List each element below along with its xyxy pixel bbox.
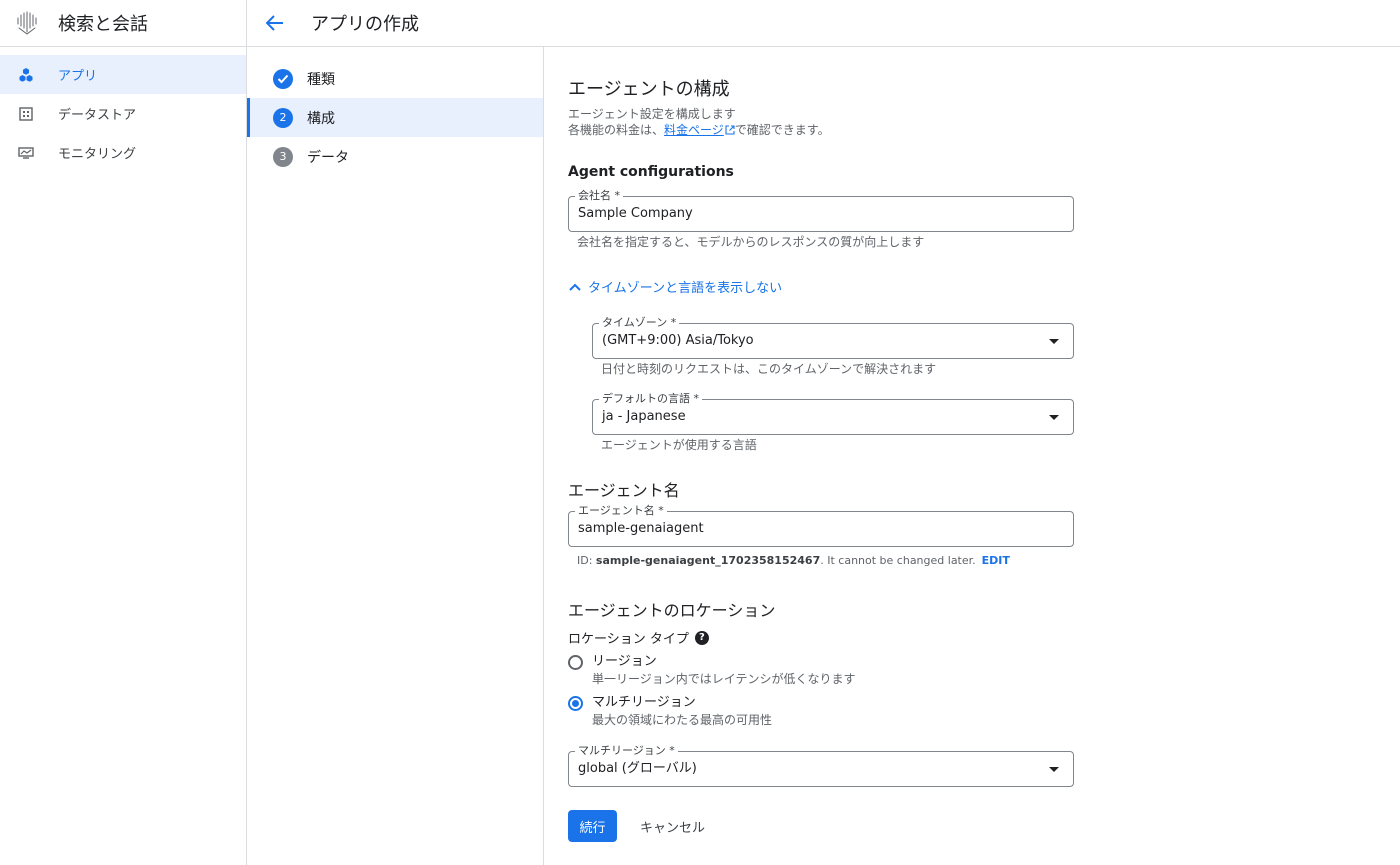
language-hint: エージェントが使用する言語	[601, 438, 757, 452]
company-name-field[interactable]: 会社名 *	[568, 189, 1074, 232]
company-name-hint: 会社名を指定すると、モデルからのレスポンスの質が向上します	[577, 235, 925, 249]
cancel-button[interactable]: キャンセル	[632, 810, 713, 842]
radio-region[interactable]: リージョン 単一リージョン内ではレイテンシが低くなります	[568, 654, 856, 687]
agent-name-field[interactable]: エージェント名 *	[568, 504, 1074, 547]
help-icon[interactable]: ?	[694, 630, 709, 645]
agent-id-line: ID: sample-genaiagent_1702358152467. It …	[577, 554, 1010, 567]
dropdown-arrow-icon	[1049, 415, 1059, 420]
description-line: 各機能の料金は、料金ページ で確認できます。	[568, 122, 830, 138]
datastore-icon	[18, 106, 34, 122]
radio-label: マルチリージョン	[592, 695, 696, 710]
chevron-up-icon	[569, 283, 581, 291]
description-text: 各機能の料金は、	[568, 123, 665, 137]
form-description: エージェント設定を構成します 各機能の料金は、料金ページ で確認できます。	[568, 106, 830, 138]
pricing-page-link[interactable]: 料金ページ	[664, 123, 724, 137]
dropdown-arrow-icon	[1049, 767, 1059, 772]
timezone-value: (GMT+9:00) Asia/Tokyo	[602, 333, 754, 348]
step-label: 構成	[307, 110, 335, 127]
location-type-label: ロケーション タイプ ?	[568, 628, 709, 647]
step-label: データ	[307, 149, 349, 166]
sidebar-item-datastore[interactable]: データストア	[0, 94, 246, 133]
edit-id-link[interactable]: EDIT	[982, 554, 1010, 567]
field-label: 会社名 *	[575, 189, 623, 203]
agent-location-heading: エージェントのロケーション	[568, 601, 776, 620]
radio-description: 単一リージョン内ではレイテンシが低くなります	[592, 672, 856, 686]
step-label: 種類	[307, 71, 335, 88]
radio-button[interactable]	[568, 655, 583, 670]
id-note: . It cannot be changed later.	[820, 554, 976, 567]
app-title: 検索と会話	[58, 14, 148, 35]
description-text: で確認できます。	[734, 123, 830, 137]
field-label: マルチリージョン *	[575, 744, 678, 758]
form-title: エージェントの構成	[568, 79, 730, 100]
step-config[interactable]: 2 構成	[247, 98, 543, 137]
id-prefix: ID:	[577, 554, 596, 567]
page-title: アプリの作成	[311, 14, 419, 35]
page-header: アプリの作成	[247, 0, 1400, 47]
agent-name-heading: エージェント名	[568, 481, 680, 500]
field-label: エージェント名 *	[575, 504, 667, 518]
agent-builder-logo-icon	[16, 10, 38, 36]
open-in-new-icon	[725, 125, 735, 135]
default-language-select[interactable]: デフォルトの言語 * ja - Japanese	[592, 392, 1074, 435]
sidebar-item-monitoring[interactable]: モニタリング	[0, 133, 246, 172]
left-sidebar: 検索と会話 アプリ データストア モニタリング	[0, 0, 247, 865]
stepper: 種類 2 構成 3 データ	[247, 47, 544, 865]
company-name-input[interactable]	[578, 206, 1032, 221]
arrow-back-icon[interactable]	[263, 11, 287, 35]
step-number-badge: 2	[273, 107, 293, 128]
continue-button[interactable]: 続行	[568, 810, 617, 842]
radio-label: リージョン	[592, 654, 657, 669]
sidebar-item-label: データストア	[58, 108, 137, 123]
sidebar-item-label: モニタリング	[58, 147, 137, 162]
brand-bar: 検索と会話	[0, 0, 246, 47]
apps-icon	[18, 67, 34, 83]
multi-region-value: global (グローバル)	[578, 761, 697, 776]
field-label: タイムゾーン *	[599, 316, 680, 330]
multi-region-select[interactable]: マルチリージョン * global (グローバル)	[568, 744, 1074, 787]
description-line: エージェント設定を構成します	[568, 107, 736, 121]
monitoring-icon	[18, 145, 34, 161]
step-number-badge: 3	[273, 146, 293, 167]
radio-multi-region[interactable]: マルチリージョン 最大の領域にわたる最高の可用性	[568, 695, 772, 728]
dropdown-arrow-icon	[1049, 339, 1059, 344]
sidebar-item-label: アプリ	[58, 69, 98, 84]
location-type-text: ロケーション タイプ	[568, 632, 689, 647]
language-value: ja - Japanese	[602, 409, 686, 424]
radio-button[interactable]	[568, 696, 583, 711]
agent-id-value: sample-genaiagent_1702358152467	[595, 554, 821, 567]
field-label: デフォルトの言語 *	[599, 392, 702, 406]
toggle-label: タイムゾーンと言語を表示しない	[588, 281, 783, 296]
radio-description: 最大の領域にわたる最高の可用性	[592, 713, 773, 727]
agent-configurations-heading: Agent configurations	[568, 164, 734, 180]
timezone-language-toggle[interactable]: タイムゾーンと言語を表示しない	[568, 277, 782, 296]
step-type[interactable]: 種類	[247, 59, 543, 98]
agent-name-input[interactable]	[578, 521, 1032, 536]
sidebar-nav: アプリ データストア モニタリング	[0, 47, 246, 172]
check-circle-icon	[273, 68, 293, 89]
timezone-hint: 日付と時刻のリクエストは、このタイムゾーンで解決されます	[601, 362, 937, 376]
step-data[interactable]: 3 データ	[247, 137, 543, 176]
timezone-select[interactable]: タイムゾーン * (GMT+9:00) Asia/Tokyo	[592, 316, 1074, 359]
sidebar-item-apps[interactable]: アプリ	[0, 55, 246, 94]
